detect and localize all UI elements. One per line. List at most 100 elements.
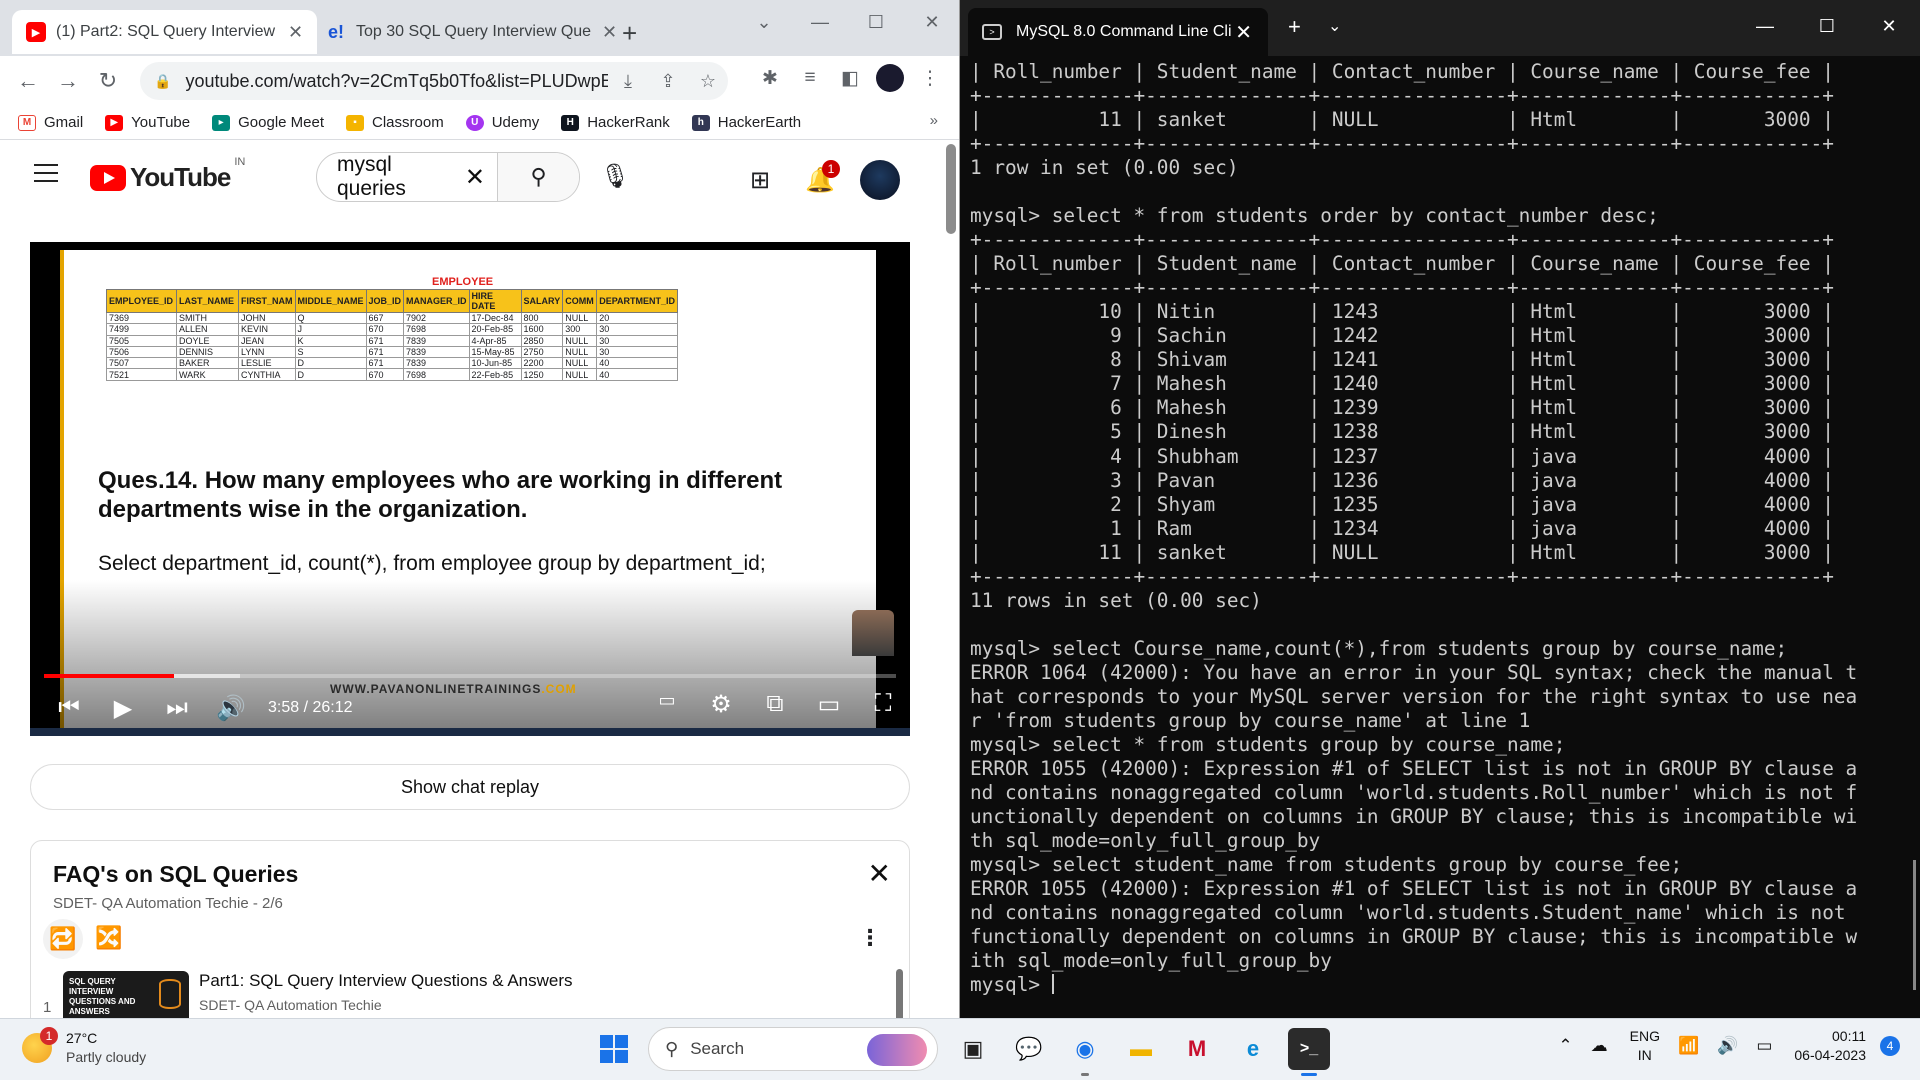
taskbar-apps: ⚲ Search ▣ 💬 ◉ ▬ M e >_ [600, 1027, 1330, 1076]
hamburger-menu-icon[interactable] [34, 164, 58, 182]
bookmark-gmail[interactable]: M Gmail [18, 114, 83, 131]
weather-widget[interactable]: 1 27°C Partly cloudy [22, 1027, 146, 1067]
playlist-subtitle: SDET- QA Automation Techie - 2/6 [53, 895, 283, 912]
player-right-controls: ▭ ⚙ ⧉ ▭ ⛶ [640, 690, 910, 719]
table-cell: 7505 [106, 334, 177, 347]
task-view-icon[interactable]: ▣ [952, 1028, 994, 1070]
volume-icon[interactable]: 🔊 [204, 694, 258, 723]
share-icon[interactable]: ⇪ [648, 71, 688, 92]
theater-mode-icon[interactable]: ▭ [802, 690, 856, 719]
tab-edureka[interactable]: e! Top 30 SQL Query Interview Que ✕ [312, 10, 631, 54]
close-tab-icon[interactable]: ✕ [1235, 20, 1252, 45]
search-box[interactable]: mysql queries ✕ ⚲ [316, 152, 580, 202]
wifi-icon[interactable]: 📶 [1678, 1036, 1699, 1056]
search-button[interactable]: ⚲ [497, 153, 579, 201]
notifications-bell-icon[interactable]: 🔔 1 [790, 159, 850, 195]
minimize-icon[interactable]: — [792, 4, 848, 40]
playlist-item-thumbnail[interactable]: SQL QUERY INTERVIEW QUESTIONS AND ANSWER… [63, 971, 189, 1018]
previous-icon[interactable]: ⏮ [42, 694, 96, 722]
reload-icon[interactable]: ↻ [88, 68, 128, 94]
settings-gear-icon[interactable]: ⚙ [694, 690, 748, 719]
close-tab-icon[interactable]: ✕ [288, 22, 303, 43]
play-icon[interactable]: ▶ [96, 694, 150, 723]
bookmark-hackerearth[interactable]: h HackerEarth [691, 114, 801, 131]
bookmark-star-icon[interactable]: ☆ [688, 71, 728, 92]
tab-search-icon[interactable]: ⌄ [736, 4, 792, 40]
terminal-output[interactable]: | Roll_number | Student_name | Contact_n… [970, 60, 1900, 1010]
bookmark-youtube[interactable]: ▶ YouTube [105, 114, 190, 131]
side-panel-icon[interactable]: ◧ [830, 67, 870, 90]
playlist-item-title[interactable]: Part1: SQL Query Interview Questions & A… [199, 971, 573, 991]
playlist-scrollbar[interactable] [896, 969, 903, 1018]
new-tab-icon[interactable]: + [622, 18, 637, 49]
clear-search-icon[interactable]: ✕ [465, 163, 485, 192]
playlist-title[interactable]: FAQ's on SQL Queries [53, 861, 298, 888]
table-cell: 7507 [106, 357, 177, 370]
loop-playlist-icon[interactable]: 🔁 [43, 919, 83, 959]
microphone-icon[interactable]: 🎙 [600, 162, 630, 191]
profile-avatar[interactable] [876, 64, 904, 92]
taskbar-search[interactable]: ⚲ Search [648, 1027, 938, 1071]
extensions-icon[interactable]: ✱ [750, 67, 790, 90]
menu-kebab-icon[interactable]: ⋮ [910, 67, 950, 90]
clock[interactable]: 00:11 06-04-2023 [1794, 1027, 1866, 1065]
battery-icon[interactable]: ▭ [1756, 1036, 1772, 1056]
tab-youtube[interactable]: ▶ (1) Part2: SQL Query Interview Qu ✕ [12, 10, 318, 54]
subtitles-icon[interactable]: ▭ [640, 690, 694, 719]
reading-list-icon[interactable]: ≡ [790, 67, 830, 89]
maximize-icon[interactable]: ☐ [848, 4, 904, 40]
windows-start-icon[interactable] [600, 1035, 628, 1063]
video-progress-bar[interactable] [44, 674, 896, 678]
lock-icon[interactable]: 🔒 [154, 73, 171, 90]
more-bookmarks-icon[interactable]: » [930, 112, 938, 129]
language-indicator[interactable]: ENG IN [1630, 1027, 1660, 1065]
next-icon[interactable]: ⏭ [150, 694, 204, 722]
table-cell: 20-Feb-85 [468, 323, 522, 336]
terminal-tab[interactable]: > MySQL 8.0 Command Line Cli ✕ [968, 8, 1268, 56]
google-meet-icon: ▸ [212, 114, 231, 131]
bookmark-google-meet[interactable]: ▸ Google Meet [212, 114, 324, 131]
bookmark-hackerrank[interactable]: H HackerRank [561, 114, 670, 131]
close-tab-icon[interactable]: ✕ [602, 22, 617, 43]
more-options-icon[interactable]: ⋮ [859, 925, 881, 951]
terminal-line: th sql_mode=only_full_group_by [970, 829, 1321, 852]
youtube-logo[interactable]: YouTube IN [90, 156, 245, 193]
show-hidden-icons-icon[interactable]: ⌃ [1558, 1036, 1572, 1056]
table-header-cell: MIDDLE_NAME [294, 289, 367, 313]
dropdown-chevron-icon[interactable]: ⌄ [1328, 16, 1341, 36]
forward-icon[interactable]: → [48, 68, 88, 94]
bookmark-udemy[interactable]: U Udemy [465, 114, 539, 131]
close-window-icon[interactable]: ✕ [1858, 6, 1920, 46]
search-input[interactable]: mysql queries [337, 153, 465, 201]
minimize-icon[interactable]: — [1734, 6, 1796, 46]
maximize-icon[interactable]: ☐ [1796, 6, 1858, 46]
show-chat-replay-button[interactable]: Show chat replay [30, 764, 910, 810]
video-player[interactable]: EMPLOYEE EMPLOYEE_ID LAST_NAME FIRST_NAM MI… [30, 242, 910, 736]
url-text[interactable]: youtube.com/watch?v=2CmTq5b0Tfo&list=PLU… [185, 71, 608, 92]
page-scrollbar[interactable] [946, 144, 956, 234]
miniplayer-icon[interactable]: ⧉ [748, 690, 802, 719]
terminal-scrollbar[interactable] [1913, 860, 1916, 990]
avatar[interactable] [860, 160, 900, 200]
file-explorer-icon[interactable]: ▬ [1120, 1028, 1162, 1070]
new-tab-icon[interactable]: + [1288, 14, 1301, 40]
notification-center-badge[interactable]: 4 [1880, 1036, 1900, 1056]
onedrive-cloud-icon[interactable]: ☁ [1591, 1036, 1608, 1056]
install-icon[interactable]: ⤓ [608, 71, 648, 92]
bookmark-classroom[interactable]: ▪ Classroom [346, 114, 444, 131]
close-window-icon[interactable]: ✕ [904, 4, 959, 40]
volume-icon[interactable]: 🔊 [1717, 1036, 1738, 1056]
back-icon[interactable]: ← [8, 68, 48, 94]
fullscreen-icon[interactable]: ⛶ [856, 690, 910, 719]
teams-chat-icon[interactable]: 💬 [1008, 1028, 1050, 1070]
terminal-line: 11 rows in set (0.00 sec) [970, 588, 1262, 612]
edge-icon[interactable]: e [1232, 1028, 1274, 1070]
close-icon[interactable]: ✕ [868, 857, 891, 890]
chrome-icon[interactable]: ◉ [1064, 1028, 1106, 1076]
terminal-prompt-line[interactable]: mysql> [970, 973, 1900, 997]
address-bar[interactable]: 🔒 youtube.com/watch?v=2CmTq5b0Tfo&list=P… [140, 62, 728, 100]
create-video-icon[interactable]: ⊞ [730, 166, 790, 195]
mcafee-icon[interactable]: M [1176, 1028, 1218, 1070]
terminal-app-icon[interactable]: >_ [1288, 1028, 1330, 1076]
shuffle-icon[interactable]: 🔀 [95, 925, 122, 951]
